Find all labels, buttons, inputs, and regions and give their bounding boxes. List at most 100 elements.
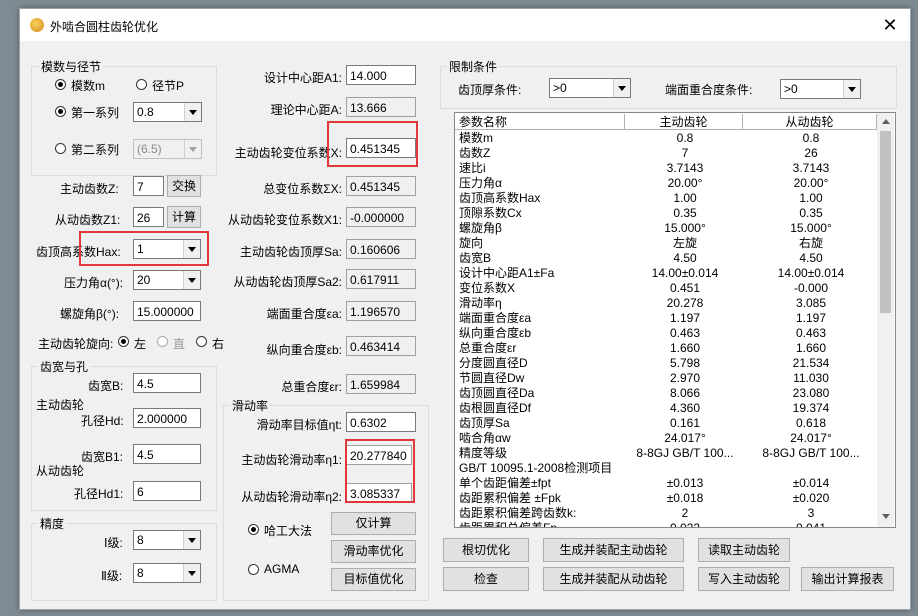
chevron-down-icon[interactable] xyxy=(183,271,200,289)
scroll-thumb[interactable] xyxy=(880,131,891,313)
hand-left-radio[interactable] xyxy=(118,336,129,347)
table-row[interactable]: GB/T 10095.1-2008检测项目 xyxy=(455,461,877,476)
table-cell-driven: 3.7143 xyxy=(792,161,830,175)
close-icon[interactable]: ✕ xyxy=(878,14,902,36)
chevron-down-icon[interactable] xyxy=(613,79,630,97)
driven-bore-input[interactable]: 6 xyxy=(133,481,201,501)
table-header-param[interactable]: 参数名称 xyxy=(455,114,625,130)
driving-tip-thickness-label: 主动齿轮齿顶厚Sa: xyxy=(239,245,342,259)
table-cell-driven: 20.00° xyxy=(793,176,829,190)
table-cell-driving: 0.35 xyxy=(673,206,697,220)
generate-driving-gear-button[interactable]: 生成并装配主动齿轮 xyxy=(543,538,684,562)
table-cell-param: 螺旋角β xyxy=(459,221,502,235)
table-row[interactable]: 螺旋角β 15.000° 15.000° xyxy=(455,221,877,236)
table-row[interactable]: 齿距累积总偏差Fp 0.022 0.041 xyxy=(455,521,877,527)
driven-face-width-input[interactable]: 4.5 xyxy=(133,444,201,464)
table-row[interactable]: 齿宽B 4.50 4.50 xyxy=(455,251,877,266)
calculate-only-button[interactable]: 仅计算 xyxy=(331,512,416,535)
table-row[interactable]: 设计中心距A1±Fa 14.00±0.014 14.00±0.014 xyxy=(455,266,877,281)
method-hit-radio[interactable] xyxy=(248,524,259,535)
target-optimize-button[interactable]: 目标值优化 xyxy=(331,568,416,591)
design-center-distance-input[interactable]: 14.000 xyxy=(346,65,416,85)
grade1-select[interactable]: 8 xyxy=(133,530,201,550)
series1-radio[interactable] xyxy=(55,106,66,117)
table-row[interactable]: 模数m 0.8 0.8 xyxy=(455,131,877,146)
table-cell-driving: 14.00±0.014 xyxy=(651,266,719,280)
table-row[interactable]: 分度圆直径D 5.798 21.534 xyxy=(455,356,877,371)
slip-optimize-button[interactable]: 滑动率优化 xyxy=(331,540,416,563)
chevron-down-icon[interactable] xyxy=(183,564,200,582)
table-row[interactable]: 齿距累积偏差跨齿数k: 2 3 xyxy=(455,506,877,521)
table-row[interactable]: 齿根圆直径Df 4.360 19.374 xyxy=(455,401,877,416)
bore-label: 孔径Hd: xyxy=(81,414,124,428)
table-row[interactable]: 啮合角αw 24.017° 24.017° xyxy=(455,431,877,446)
hand-straight-radio[interactable] xyxy=(157,336,168,347)
chevron-down-icon[interactable] xyxy=(843,80,860,98)
scroll-down-icon[interactable] xyxy=(882,514,890,519)
table-row[interactable]: 纵向重合度εb 0.463 0.463 xyxy=(455,326,877,341)
grade2-select[interactable]: 8 xyxy=(133,563,201,583)
export-report-button[interactable]: 输出计算报表 xyxy=(801,567,894,591)
slip-target-input[interactable]: 0.6302 xyxy=(346,412,416,432)
driving-profile-shift-label: 主动齿轮变位系数X: xyxy=(234,146,342,160)
series2-radio[interactable] xyxy=(55,143,66,154)
check-button[interactable]: 检查 xyxy=(443,567,529,591)
table-row[interactable]: 端面重合度εa 1.197 1.197 xyxy=(455,311,877,326)
driving-teeth-input[interactable]: 7 xyxy=(133,176,164,196)
method-hit-label: 哈工大法 xyxy=(264,524,313,538)
series2-select[interactable]: (6.5) xyxy=(133,139,202,159)
undercut-optimize-button[interactable]: 根切优化 xyxy=(443,538,529,562)
table-row[interactable]: 齿距累积偏差 ±Fpk ±0.018 ±0.020 xyxy=(455,491,877,506)
bore-input[interactable]: 2.000000 xyxy=(133,408,201,428)
table-row[interactable]: 单个齿距偏差±fpt ±0.013 ±0.014 xyxy=(455,476,877,491)
calculate-button[interactable]: 计算 xyxy=(167,206,201,228)
driven-profile-shift-label: 从动齿轮变位系数X1: xyxy=(227,213,342,227)
swap-button[interactable]: 交换 xyxy=(167,175,201,197)
tip-thickness-condition-select[interactable]: >0 xyxy=(549,78,631,98)
results-table[interactable]: 参数名称 主动齿轮 从动齿轮 模数m 0.8 0.8 齿数Z 7 26 速比i 3.7143 3… xyxy=(454,112,896,528)
chevron-down-icon[interactable] xyxy=(183,531,200,549)
table-cell-driving: 24.017° xyxy=(664,431,706,445)
series1-select[interactable]: 0.8 xyxy=(133,102,202,122)
contact-ratio-condition-select[interactable]: >0 xyxy=(780,79,861,99)
table-row[interactable]: 滑动率η 20.278 3.085 xyxy=(455,296,877,311)
pressure-angle-select[interactable]: 20 xyxy=(133,270,201,290)
chevron-down-icon[interactable] xyxy=(184,140,201,158)
table-row[interactable]: 精度等级 8-8GJ GB/T 100... 8-8GJ GB/T 100... xyxy=(455,446,877,461)
table-row[interactable]: 齿顶圆直径Da 8.066 23.080 xyxy=(455,386,877,401)
driven-teeth-input[interactable]: 26 xyxy=(133,207,164,227)
pitch-radio[interactable] xyxy=(136,79,147,90)
table-row[interactable]: 旋向 左旋 右旋 xyxy=(455,236,877,251)
theoretical-center-distance-label: 理论中心距A: xyxy=(270,103,342,117)
read-driving-gear-button[interactable]: 读取主动齿轮 xyxy=(698,538,790,562)
generate-driven-gear-button[interactable]: 生成并装配从动齿轮 xyxy=(543,567,684,591)
table-scrollbar[interactable] xyxy=(877,113,894,527)
pressure-angle-label: 压力角α(°): xyxy=(64,276,124,290)
table-row[interactable]: 顶隙系数Cx 0.35 0.35 xyxy=(455,206,877,221)
table-row[interactable]: 齿顶厚Sa 0.161 0.618 xyxy=(455,416,877,431)
face-width-input[interactable]: 4.5 xyxy=(133,373,201,393)
table-cell-driving: 0.451 xyxy=(669,281,701,295)
highlight-box-x xyxy=(327,121,418,167)
table-cell-driving: 7 xyxy=(681,146,689,160)
chevron-down-icon[interactable] xyxy=(184,103,201,121)
table-row[interactable]: 节圆直径Dw 2.970 11.030 xyxy=(455,371,877,386)
table-row[interactable]: 齿顶高系数Hax 1.00 1.00 xyxy=(455,191,877,206)
write-driving-gear-button[interactable]: 写入主动齿轮 xyxy=(698,567,790,591)
table-row[interactable]: 压力角α 20.00° 20.00° xyxy=(455,176,877,191)
table-row[interactable]: 齿数Z 7 26 xyxy=(455,146,877,161)
table-header-driven[interactable]: 从动齿轮 xyxy=(743,114,877,130)
table-cell-param: 设计中心距A1±Fa xyxy=(459,266,555,280)
module-radio[interactable] xyxy=(55,79,66,90)
scroll-up-icon[interactable] xyxy=(882,119,890,124)
table-cell-driven: 0.463 xyxy=(795,326,827,340)
method-agma-radio[interactable] xyxy=(248,564,259,575)
table-cell-driving: 左旋 xyxy=(672,236,697,250)
helix-angle-input[interactable]: 15.000000 xyxy=(133,301,201,321)
hand-right-radio[interactable] xyxy=(196,336,207,347)
table-row[interactable]: 变位系数X 0.451 -0.000 xyxy=(455,281,877,296)
table-row[interactable]: 总重合度εr 1.660 1.660 xyxy=(455,341,877,356)
table-header-driving[interactable]: 主动齿轮 xyxy=(625,114,743,130)
table-cell-driven: 4.50 xyxy=(799,251,823,265)
table-row[interactable]: 速比i 3.7143 3.7143 xyxy=(455,161,877,176)
